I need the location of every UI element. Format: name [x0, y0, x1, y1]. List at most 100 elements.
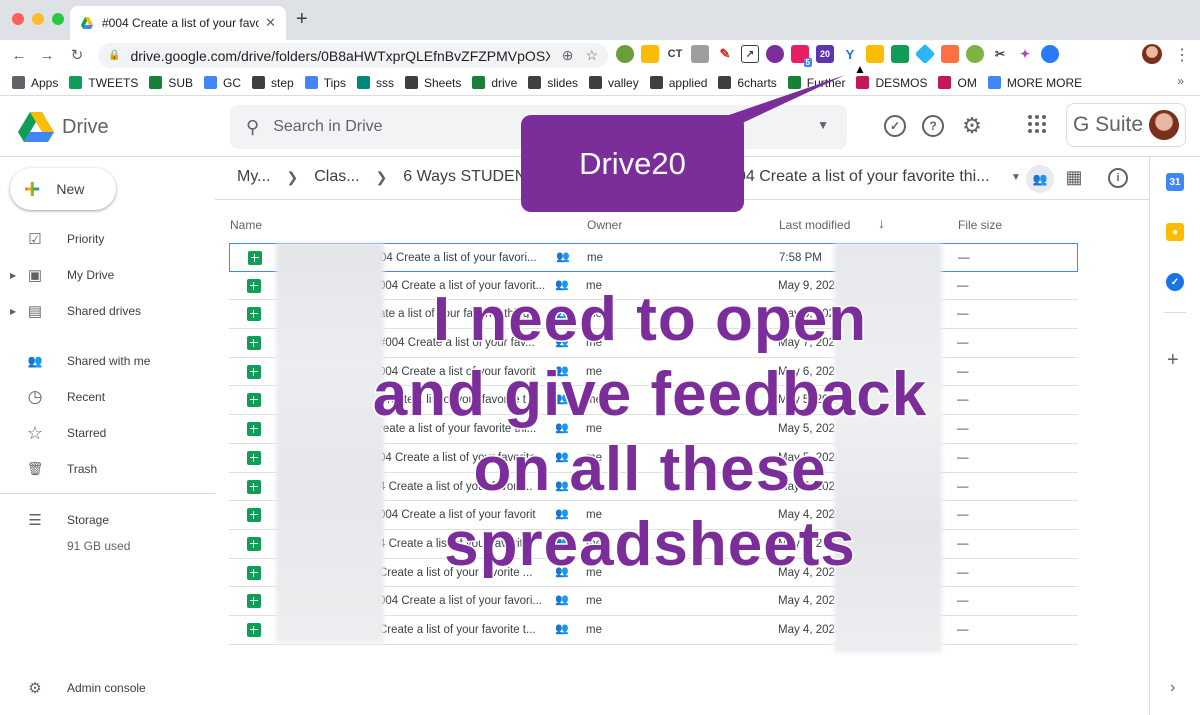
shared-people-icon: 👥 — [555, 622, 569, 635]
tab-close-icon[interactable]: ✕ — [265, 15, 276, 31]
new-tab-button[interactable]: + — [296, 8, 308, 31]
column-header-owner[interactable]: Owner — [587, 218, 622, 232]
extension-icon[interactable]: ↗ — [741, 45, 759, 63]
bookmark-item[interactable]: Sheets — [404, 76, 461, 90]
settings-gear-icon[interactable]: ⚙ — [961, 113, 983, 138]
minimize-window-button[interactable] — [32, 13, 44, 25]
extension-icon[interactable] — [914, 43, 936, 65]
sidebar-item-recent[interactable]: ◷ Recent — [0, 382, 215, 412]
bookmark-item[interactable]: 6charts — [718, 76, 777, 90]
sidebar-item-priority[interactable]: ☑ Priority — [0, 224, 215, 254]
bookmark-item[interactable]: GC — [204, 76, 241, 90]
close-window-button[interactable] — [12, 13, 24, 25]
reload-button[interactable]: ↻ — [66, 46, 88, 64]
maximize-window-button[interactable] — [52, 13, 64, 25]
file-modified: May 4, 202 — [778, 595, 835, 608]
drive20-extension-icon[interactable]: 20 — [816, 45, 834, 63]
shared-people-icon[interactable]: 👥 — [1026, 165, 1054, 193]
tasks-icon[interactable]: ✓ — [1166, 273, 1184, 291]
sheets-file-icon — [248, 251, 262, 265]
search-icon[interactable]: ⚲ — [246, 117, 259, 138]
expand-arrow-icon[interactable]: ▶ — [10, 271, 16, 280]
help-icon[interactable]: ? — [922, 115, 944, 137]
breadcrumb-current[interactable]: 04 Create a list of your favorite thi... — [737, 168, 990, 186]
column-header-file-size[interactable]: File size — [958, 218, 1002, 232]
address-bar[interactable]: 🔒 drive.google.com/drive/folders/0B8aHWT… — [98, 43, 608, 68]
admin-gear-icon: ⚙ — [28, 680, 42, 697]
breadcrumb-item[interactable]: My... — [237, 168, 270, 186]
sidebar-item-admin-console[interactable]: ⚙ Admin console — [0, 673, 215, 703]
search-options-icon[interactable]: ▼ — [817, 118, 829, 132]
sidebar-item-shared-with-me[interactable]: 👥 Shared with me — [0, 346, 215, 376]
sidebar-item-label: Trash — [67, 462, 98, 476]
bookmark-item[interactable]: drive — [472, 76, 517, 90]
extension-icon[interactable] — [691, 45, 709, 63]
new-button[interactable]: + New — [10, 168, 116, 210]
chevron-right-icon[interactable]: › — [1170, 679, 1175, 697]
file-owner: me — [586, 595, 602, 608]
column-header-name[interactable]: Name — [230, 218, 262, 232]
sidebar-item-my-drive[interactable]: ▶ ▣ My Drive — [0, 260, 215, 290]
calendar-icon[interactable]: 31 — [1166, 173, 1184, 191]
extension-icon[interactable] — [891, 45, 909, 63]
column-header-last-modified[interactable]: Last modified — [779, 218, 850, 232]
chevron-down-icon[interactable]: ▼ — [1011, 172, 1021, 183]
bookmark-item[interactable]: step — [252, 76, 294, 90]
bookmarks-overflow-icon[interactable]: » — [1177, 74, 1184, 88]
extension-icon[interactable]: Y — [841, 45, 859, 63]
back-button[interactable]: ← — [8, 47, 30, 64]
pencil-extension-icon[interactable]: ✎ — [716, 45, 734, 63]
sidebar-item-starred[interactable]: ☆ Starred — [0, 418, 215, 448]
info-icon[interactable]: i — [1108, 168, 1128, 188]
bookmark-item[interactable]: Apps — [12, 76, 58, 90]
add-addon-icon[interactable]: + — [1167, 349, 1179, 372]
bookmark-item[interactable]: TWEETS — [69, 76, 138, 90]
bookmark-star-icon[interactable]: ☆ — [585, 47, 598, 64]
sheets-file-icon — [247, 594, 261, 609]
sidebar-item-storage[interactable]: ☰ Storage — [0, 505, 215, 535]
trash-icon: 🗑 — [26, 461, 44, 476]
bookmark-item[interactable]: slides — [528, 76, 578, 90]
bookmark-item[interactable]: SUB — [149, 76, 193, 90]
add-circle-icon[interactable]: ⊕ — [562, 47, 574, 64]
grid-view-icon[interactable]: ▦ — [1064, 167, 1084, 187]
extension-icon[interactable] — [616, 45, 634, 63]
bookmark-item[interactable]: sss — [356, 76, 394, 90]
browser-menu-icon[interactable]: ⋮ — [1174, 45, 1190, 65]
sidebar-item-trash[interactable]: 🗑 Trash — [0, 454, 215, 484]
keep-icon[interactable]: ● — [1166, 223, 1184, 241]
sheets-file-icon — [247, 336, 261, 351]
apps-grid-icon[interactable] — [1028, 115, 1046, 133]
extension-icon[interactable] — [641, 45, 659, 63]
extension-icon[interactable]: 5 — [791, 45, 812, 67]
sort-arrow-icon[interactable]: ↓ — [878, 215, 885, 231]
bookmark-item[interactable]: MORE MORE — [987, 76, 1082, 90]
sidebar-item-shared-drives[interactable]: ▶ ▤ Shared drives — [0, 296, 215, 326]
extension-icon[interactable]: ✂ — [991, 45, 1009, 63]
extension-icon[interactable] — [766, 45, 784, 63]
breadcrumb-item[interactable]: Clas... — [314, 168, 359, 186]
forward-button[interactable]: → — [36, 47, 58, 64]
extension-icon[interactable]: CT — [666, 45, 684, 63]
bookmark-item[interactable]: Tips — [304, 76, 346, 90]
bookmark-item[interactable]: Further — [787, 76, 845, 90]
extension-icon[interactable] — [941, 45, 959, 63]
drive-logo-icon[interactable] — [18, 111, 54, 143]
extension-icon[interactable] — [1041, 45, 1059, 63]
extension-icon[interactable]: ✦ — [1016, 45, 1034, 63]
browser-tab[interactable]: #004 Create a list of your favorite thin… — [70, 6, 286, 40]
bookmark-item[interactable]: applied — [649, 76, 707, 90]
file-name[interactable]: Create a list of your favorite t... — [379, 624, 551, 636]
file-name[interactable]: 04 Create a list of your favori... — [380, 252, 552, 264]
bookmark-item[interactable]: DESMOS — [856, 76, 927, 90]
bookmark-item[interactable]: OM — [938, 76, 977, 90]
profile-avatar[interactable] — [1142, 44, 1162, 64]
file-name[interactable]: 004 Create a list of your favori... — [379, 595, 551, 607]
gsuite-account-button[interactable]: G Suite — [1066, 103, 1186, 147]
extension-icon[interactable] — [866, 45, 884, 63]
expand-arrow-icon[interactable]: ▶ — [10, 307, 16, 316]
offline-check-icon[interactable]: ✓ — [884, 115, 906, 137]
bookmark-item[interactable]: valley — [589, 76, 639, 90]
extension-icon[interactable] — [966, 45, 984, 63]
bookmark-icon — [787, 76, 801, 89]
